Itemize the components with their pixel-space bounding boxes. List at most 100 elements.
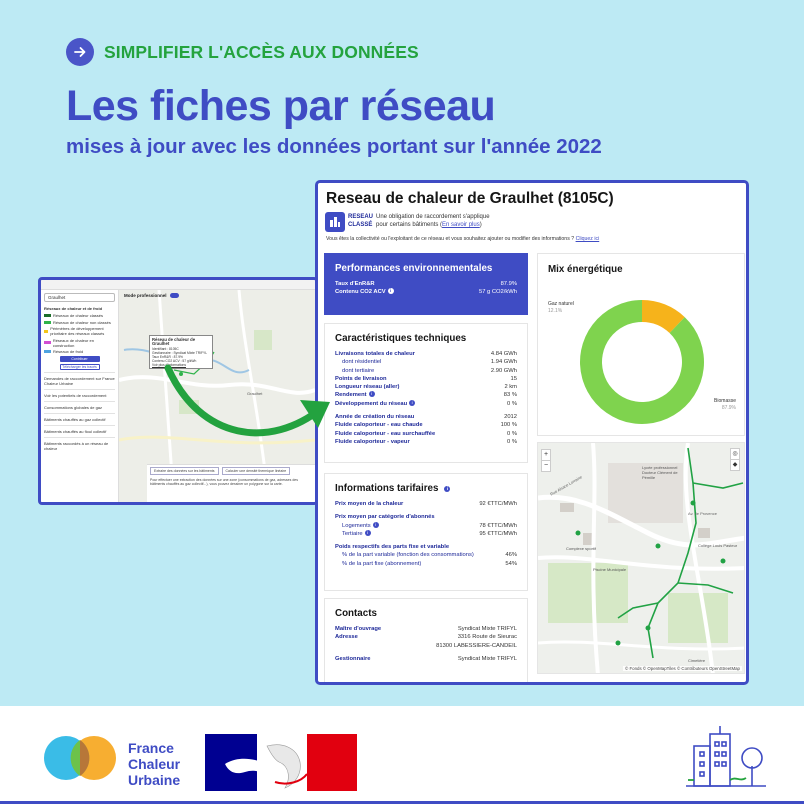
locate-icon[interactable]: ◎	[731, 449, 739, 459]
legend-swatch	[44, 350, 51, 354]
mix-title: Mix énergétique	[548, 264, 623, 275]
extraction-tab[interactable]: Calculer une densité thermique linéaire	[221, 467, 291, 475]
parts-heading: Poids respectifs des parts fixe et varia…	[335, 544, 450, 551]
map-label-provence: Av. de Provence	[688, 511, 717, 516]
app-topbar	[41, 280, 315, 290]
layer-section[interactable]: Demandes de raccordement sur France Chal…	[44, 372, 115, 389]
tarif-categorie-row: Tertiaire i 95 €TTC/MWh	[342, 529, 517, 537]
map-legend: Réseaux de chaleur classés Réseaux de cha…	[44, 313, 115, 354]
contribute-button[interactable]: Contribuer	[59, 356, 100, 363]
caracteristique-row: dont tertiaire 2.90 GWh	[342, 367, 517, 374]
info-icon[interactable]: i	[444, 485, 451, 492]
map-app-screenshot: Graulhet Réseaux de chaleur et de froid …	[38, 277, 318, 505]
caracteristique-row: Points de livraison 15	[335, 375, 517, 382]
donut-value-label: 87.9%	[722, 405, 737, 411]
map-label-lycee: Lycée professionnel Docteur Clément de P…	[642, 465, 678, 480]
layer-sections: Demandes de raccordement sur France Chal…	[44, 372, 115, 454]
performances-panel: Performances environnementales Taux d'En…	[324, 253, 528, 315]
tarifs-panel: Informations tarifaires i Prix moyen de …	[324, 473, 528, 591]
contacts-title: Contacts	[335, 608, 377, 619]
performance-row: Taux d'EnR&R 87.9%	[335, 281, 517, 287]
layer-section[interactable]: Voir les potentiels de raccordement	[44, 389, 115, 401]
france-chaleur-urbaine-logo-icon	[44, 736, 116, 780]
map-area[interactable]: Graulhet Mode professionnel Réseau de ch…	[119, 290, 315, 502]
caracteristiques-panel: Caractéristiques techniques Livraisons t…	[324, 323, 528, 463]
caracteristique-row: Fluide caloporteur - eau surchauffée 0 %	[335, 430, 517, 437]
extraction-help-text: Pour effectuer une extraction des donnée…	[150, 478, 298, 486]
performance-row: Contenu CO2 ACV i 57 g CO2/kWh	[335, 288, 517, 296]
layers-icon[interactable]: ◆	[731, 459, 739, 470]
legend-item[interactable]: Réseaux de chaleur classés	[44, 313, 115, 318]
network-popup: Réseau de chaleur de Graulhet Identifian…	[149, 335, 213, 369]
legend-intro: Réseaux de chaleur et de froid	[44, 306, 103, 311]
prix-moyen-row: Prix moyen de la chaleur 92 €TTC/MWh	[335, 501, 517, 507]
tarifs-title: Informations tarifaires i	[325, 474, 527, 500]
donut-label: Biomasse	[714, 398, 736, 404]
toggle-switch[interactable]	[169, 293, 179, 299]
address-search-input[interactable]: Graulhet	[44, 293, 115, 302]
adresse-row-2: 81300 LABESSIERE-CANDEIL	[436, 642, 517, 649]
layer-section[interactable]: Bâtiments chauffés au fioul collectif	[44, 425, 115, 437]
kicker-text: SIMPLIFIER L'ACCÈS AUX DONNÉES	[104, 41, 419, 62]
categorie-heading: Prix moyen par catégorie d'abonnés	[335, 514, 435, 521]
performances-title: Performances environnementales	[335, 263, 493, 274]
map-sidebar: Graulhet Réseaux de chaleur et de froid …	[41, 290, 119, 502]
caracteristique-row: Développement du réseau i 0 %	[335, 399, 517, 407]
learn-more-link[interactable]: En savoir plus	[442, 222, 480, 228]
city-buildings-tree-icon	[686, 726, 766, 787]
map-attribution[interactable]: © Fonds © OpenMapTiles © Contributeurs O…	[623, 666, 742, 671]
layer-section[interactable]: Consommations globales de gaz	[44, 401, 115, 413]
maitre-ouvrage-row: Maître d'ouvrage Syndicat Mixte TRIFYL	[335, 626, 517, 632]
layer-section[interactable]: Bâtiments raccordés à un réseau de chale…	[44, 437, 115, 454]
caracteristique-row: dont résidentiel 1.94 GWh	[342, 359, 517, 366]
page-title: Les fiches par réseau	[66, 82, 496, 130]
zoom-control[interactable]: + −	[541, 449, 551, 472]
professional-mode-toggle[interactable]: Mode professionnel	[124, 293, 179, 299]
arrow-right-icon	[66, 38, 94, 66]
caracteristique-row: Livraisons totales de chaleur 4.84 GWh	[335, 351, 517, 357]
caracteristiques-title: Caractéristiques techniques	[335, 333, 467, 344]
caracteristique-row: Longueur réseau (aller) 2 km	[335, 384, 517, 391]
caracteristique-row: Rendement i 83 %	[335, 391, 517, 399]
legend-swatch	[44, 314, 51, 317]
map-label-piscine: Piscine Municipale	[593, 567, 627, 572]
contacts-panel: Contacts Maître d'ouvrage Syndicat Mixte …	[324, 598, 528, 682]
legend-item[interactable]: Réseaux de chaleur non classés	[44, 320, 115, 325]
zoom-in-icon[interactable]: +	[542, 450, 550, 460]
donut-label: Gaz naturel	[548, 301, 574, 307]
donut-slice-biomasse[interactable]	[580, 300, 704, 424]
extraction-tab[interactable]: Extraire des données sur les bâtiments	[150, 467, 219, 475]
caracteristique-row: Fluide caloporteur - vapeur 0 %	[335, 438, 517, 445]
donut-value-label: 12.1%	[548, 308, 563, 314]
network-card: Reseau de chaleur de Graulhet (8105C) RE…	[315, 180, 749, 685]
legend-swatch	[44, 320, 51, 324]
svg-text:Graulhet: Graulhet	[247, 391, 263, 396]
legend-item[interactable]: Réseaux de chaleur en construction	[44, 338, 115, 348]
caracteristique-row: Fluide caloporteur - eau chaude 100 %	[335, 422, 517, 429]
kicker: SIMPLIFIER L'ACCÈS AUX DONNÉES	[66, 38, 419, 66]
tarif-part-row: % de la part fixe (abonnement) 54%	[342, 560, 517, 567]
network-title: Reseau de chaleur de Graulhet (8105C)	[326, 190, 614, 207]
legend-swatch	[44, 329, 49, 333]
classified-badge: RESEAU CLASSÉ	[348, 214, 374, 228]
popup-line[interactable]: Voir plus d'informations	[152, 363, 210, 367]
page-subtitle: mises à jour avec les données portant su…	[66, 135, 602, 158]
classified-network-icon	[325, 212, 345, 232]
zoom-out-icon[interactable]: −	[542, 460, 550, 471]
tarif-part-row: % de la part variable (fonction des cons…	[342, 552, 517, 559]
click-here-link[interactable]: Cliquez ici	[576, 236, 600, 242]
mix-energetique-panel: Gaz naturel 12.1% Biomasse 87.9% Mix énergé…	[537, 253, 745, 436]
legend-item[interactable]: Périmètres de développement prioritaire …	[44, 326, 115, 336]
map-tools[interactable]: ◎ ◆	[730, 448, 740, 471]
layer-section[interactable]: Bâtiments chauffés au gaz collectif	[44, 413, 115, 425]
republique-francaise-marianne-logo-icon	[205, 734, 357, 791]
map-label-cimetiere: Cimetière	[688, 658, 706, 663]
map-label-college: Collège Louis Pasteur	[698, 543, 738, 548]
legend-item[interactable]: Réseaux de froid	[44, 349, 115, 354]
adresse-row: Adresse 3316 Route de Sieurac	[335, 634, 517, 641]
collectivite-notice: Vous êtes la collectivité ou l'exploitan…	[326, 236, 600, 242]
caracteristique-row: Année de création du réseau 2012	[335, 414, 517, 421]
network-map[interactable]: Lycée professionnel Docteur Clément de P…	[537, 442, 745, 674]
download-traces-button[interactable]: Télécharger les tracés	[59, 364, 100, 371]
tarif-categorie-row: Logements i 78 €TTC/MWh	[342, 521, 517, 529]
